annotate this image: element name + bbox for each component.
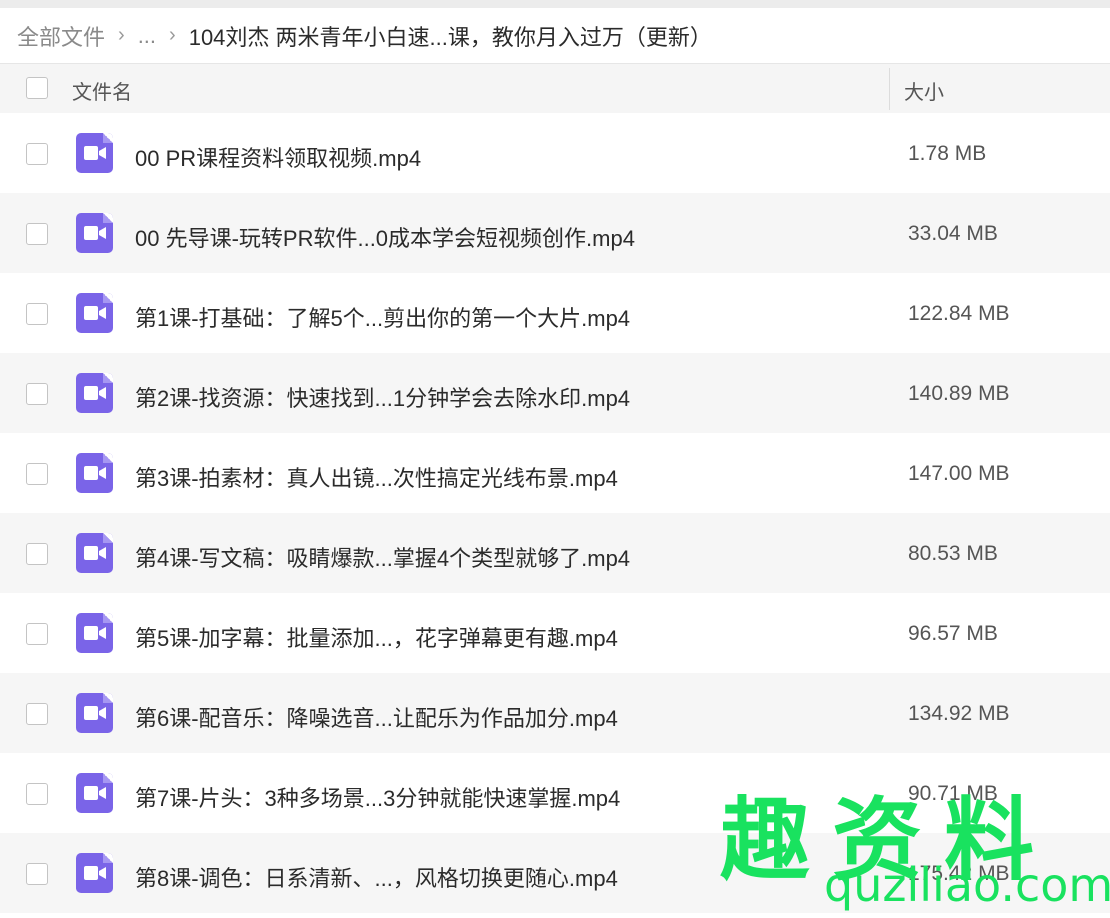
table-row[interactable]: 第8课-调色：日系清新、...，风格切换更随心.mp4 175.42 MB (0, 833, 1110, 913)
file-name[interactable]: 00 PR课程资料领取视频.mp4 (135, 141, 421, 173)
row-checkbox[interactable] (26, 223, 48, 245)
breadcrumb-root-link[interactable]: 全部文件 (17, 20, 105, 52)
row-checkbox[interactable] (26, 303, 48, 325)
file-name[interactable]: 第1课-打基础：了解5个...剪出你的第一个大片.mp4 (135, 301, 630, 333)
video-file-icon (76, 453, 113, 493)
video-file-icon (76, 533, 113, 573)
video-file-icon (76, 693, 113, 733)
file-size: 33.04 MB (908, 222, 998, 245)
file-list-header: 文件名 大小 (0, 63, 1110, 113)
breadcrumb-current: 104刘杰 两米青年小白速...课，教你月入过万（更新） (188, 24, 712, 50)
breadcrumb-ellipsis[interactable]: ... (138, 23, 156, 49)
file-size: 134.92 MB (908, 702, 1010, 725)
file-size: 90.71 MB (908, 782, 998, 805)
column-header-size[interactable]: 大小 (904, 76, 944, 105)
file-name[interactable]: 第6课-配音乐：降噪选音...让配乐为作品加分.mp4 (135, 701, 618, 733)
file-name[interactable]: 第5课-加字幕：批量添加...，花字弹幕更有趣.mp4 (135, 621, 618, 653)
video-file-icon (76, 773, 113, 813)
file-size: 147.00 MB (908, 462, 1010, 485)
table-row[interactable]: 第6课-配音乐：降噪选音...让配乐为作品加分.mp4 134.92 MB (0, 673, 1110, 753)
video-file-icon (76, 293, 113, 333)
table-row[interactable]: 00 PR课程资料领取视频.mp4 1.78 MB (0, 113, 1110, 193)
table-row[interactable]: 第2课-找资源：快速找到...1分钟学会去除水印.mp4 140.89 MB (0, 353, 1110, 433)
row-checkbox[interactable] (26, 383, 48, 405)
row-checkbox[interactable] (26, 463, 48, 485)
file-name[interactable]: 第3课-拍素材：真人出镜...次性搞定光线布景.mp4 (135, 461, 618, 493)
file-list: 00 PR课程资料领取视频.mp4 1.78 MB 00 先导课-玩转PR软件...… (0, 113, 1110, 913)
top-bar (0, 0, 1110, 8)
row-checkbox[interactable] (26, 863, 48, 885)
file-name[interactable]: 00 先导课-玩转PR软件...0成本学会短视频创作.mp4 (135, 221, 635, 253)
file-size: 140.89 MB (908, 382, 1010, 405)
file-name[interactable]: 第2课-找资源：快速找到...1分钟学会去除水印.mp4 (135, 381, 630, 413)
video-file-icon (76, 373, 113, 413)
column-divider[interactable] (889, 68, 890, 110)
file-size: 175.42 MB (908, 862, 1010, 885)
row-checkbox[interactable] (26, 703, 48, 725)
table-row[interactable]: 第1课-打基础：了解5个...剪出你的第一个大片.mp4 122.84 MB (0, 273, 1110, 353)
row-checkbox[interactable] (26, 623, 48, 645)
file-name[interactable]: 第4课-写文稿：吸睛爆款...掌握4个类型就够了.mp4 (135, 541, 630, 573)
table-row[interactable]: 第5课-加字幕：批量添加...，花字弹幕更有趣.mp4 96.57 MB (0, 593, 1110, 673)
table-row[interactable]: 第7课-片头：3种多场景...3分钟就能快速掌握.mp4 90.71 MB (0, 753, 1110, 833)
file-size: 1.78 MB (908, 142, 987, 165)
breadcrumb: 全部文件 › ... › 104刘杰 两米青年小白速...课，教你月入过万（更新… (0, 8, 1110, 63)
row-checkbox[interactable] (26, 783, 48, 805)
row-checkbox[interactable] (26, 543, 48, 565)
column-header-name[interactable]: 文件名 (72, 76, 132, 105)
file-name[interactable]: 第8课-调色：日系清新、...，风格切换更随心.mp4 (135, 861, 618, 893)
video-file-icon (76, 853, 113, 893)
video-file-icon (76, 133, 113, 173)
table-row[interactable]: 第3课-拍素材：真人出镜...次性搞定光线布景.mp4 147.00 MB (0, 433, 1110, 513)
file-size: 96.57 MB (908, 622, 998, 645)
video-file-icon (76, 613, 113, 653)
chevron-right-icon: › (169, 24, 176, 46)
table-row[interactable]: 第4课-写文稿：吸睛爆款...掌握4个类型就够了.mp4 80.53 MB (0, 513, 1110, 593)
table-row[interactable]: 00 先导课-玩转PR软件...0成本学会短视频创作.mp4 33.04 MB (0, 193, 1110, 273)
file-size: 80.53 MB (908, 542, 998, 565)
file-name[interactable]: 第7课-片头：3种多场景...3分钟就能快速掌握.mp4 (135, 781, 620, 813)
row-checkbox[interactable] (26, 143, 48, 165)
video-file-icon (76, 213, 113, 253)
select-all-checkbox[interactable] (26, 77, 48, 99)
file-size: 122.84 MB (908, 302, 1010, 325)
chevron-right-icon: › (118, 24, 125, 46)
